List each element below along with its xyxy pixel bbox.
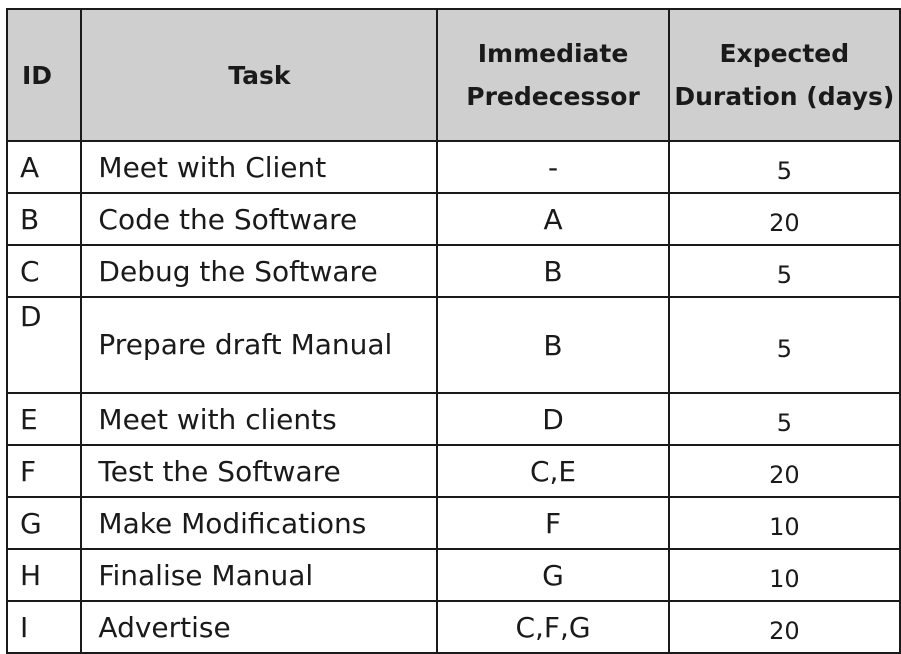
cell-predecessor: C,E [436,444,670,498]
cell-predecessor: A [436,192,670,246]
table-header: ID Task Immediate Predecessor Expected D… [5,8,901,142]
table-row: B Code the Software A 20 [5,192,901,246]
header-predecessor: Immediate Predecessor [436,8,670,142]
table-row: A Meet with Client - 5 [5,140,901,194]
cell-duration: 5 [667,140,901,194]
table-body: A Meet with Client - 5 B Code the Softwa… [5,140,901,654]
table-row: D Prepare draft Manual B 5 [5,296,901,394]
table-row: H Finalise Manual G 10 [5,548,901,602]
cell-task: Finalise Manual [80,548,439,602]
cell-id: G [5,496,83,550]
cell-duration: 20 [667,192,901,246]
cell-task: Make Modifications [80,496,439,550]
cell-id: E [5,392,83,446]
cell-predecessor: B [436,296,670,394]
cell-id: A [5,140,83,194]
cell-id: D [5,296,83,394]
table-row: E Meet with clients D 5 [5,392,901,446]
cell-id: C [5,244,83,298]
cell-duration: 10 [667,548,901,602]
table-row: C Debug the Software B 5 [5,244,901,298]
task-table: ID Task Immediate Predecessor Expected D… [5,8,901,654]
header-id: ID [5,8,83,142]
cell-predecessor: D [436,392,670,446]
cell-task: Debug the Software [80,244,439,298]
cell-predecessor: B [436,244,670,298]
task-table-container: ID Task Immediate Predecessor Expected D… [5,8,901,654]
table-row: F Test the Software C,E 20 [5,444,901,498]
cell-duration: 20 [667,444,901,498]
header-duration: Expected Duration (days) [667,8,901,142]
cell-id: H [5,548,83,602]
cell-task: Meet with Client [80,140,439,194]
cell-duration: 5 [667,244,901,298]
cell-predecessor: - [436,140,670,194]
cell-predecessor: G [436,548,670,602]
cell-task: Test the Software [80,444,439,498]
header-row: ID Task Immediate Predecessor Expected D… [5,8,901,142]
header-task: Task [80,8,439,142]
cell-duration: 5 [667,296,901,394]
cell-duration: 10 [667,496,901,550]
cell-id: B [5,192,83,246]
cell-task: Meet with clients [80,392,439,446]
cell-id: F [5,444,83,498]
cell-task: Prepare draft Manual [80,296,439,394]
cell-predecessor: F [436,496,670,550]
cell-duration: 5 [667,392,901,446]
cell-task: Code the Software [80,192,439,246]
table-row: G Make Modifications F 10 [5,496,901,550]
